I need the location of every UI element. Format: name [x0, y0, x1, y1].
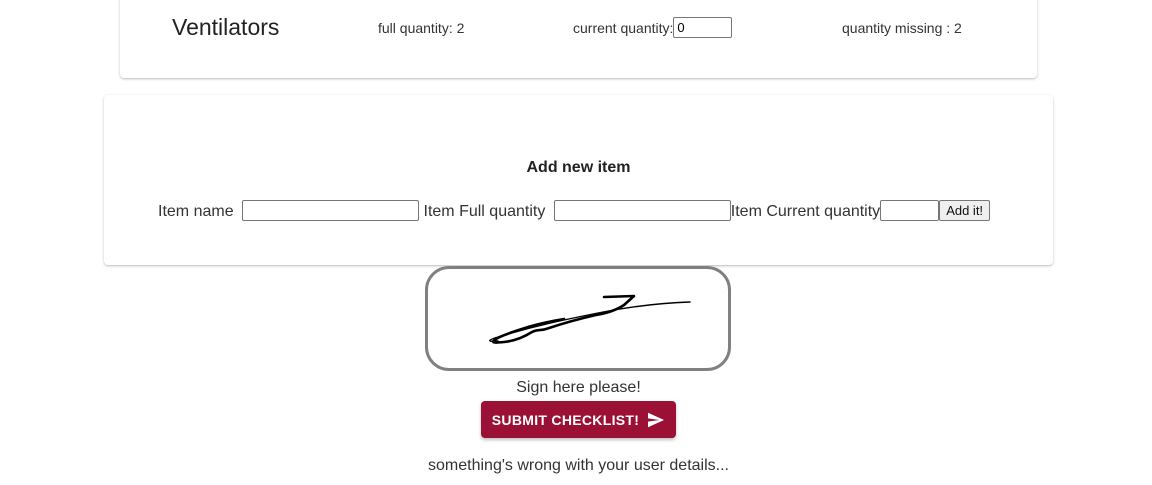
signature-label: Sign here please! — [516, 379, 641, 396]
current-quantity-label: current quantity: — [573, 20, 674, 36]
add-item-card: Add new item Item name Item Full quantit… — [104, 95, 1053, 265]
item-current-quantity-input[interactable] — [880, 200, 940, 221]
current-quantity-input[interactable] — [673, 17, 733, 39]
signature-pad[interactable] — [425, 266, 731, 371]
item-name-label: Item name — [158, 203, 234, 221]
add-item-title: Add new item — [526, 159, 631, 176]
add-item-button[interactable]: Add it! — [939, 200, 991, 221]
status-message: something's wrong with your user details… — [428, 457, 729, 474]
item-name-input[interactable] — [242, 200, 420, 221]
item-full-quantity-input[interactable] — [553, 200, 731, 221]
add-item-form: Item name Item Full quantity Item Curren… — [158, 200, 991, 221]
signature-drawing — [489, 294, 691, 344]
full-quantity-text: full quantity: 2 — [378, 20, 465, 36]
submit-checklist-button[interactable]: SUBMIT CHECKLIST! — [481, 401, 676, 438]
send-icon — [648, 412, 665, 427]
submit-button-label: SUBMIT CHECKLIST! — [491, 411, 640, 428]
current-quantity-group: current quantity: — [573, 17, 733, 39]
item-full-quantity-label: Item Full quantity — [423, 203, 546, 221]
item-name: Ventilators — [172, 14, 280, 40]
item-current-quantity-label: Item Current quantity — [730, 203, 881, 221]
missing-quantity-text: quantity missing : 2 — [842, 20, 962, 36]
item-card: Ventilators full quantity: 2 current qua… — [120, 0, 1037, 78]
